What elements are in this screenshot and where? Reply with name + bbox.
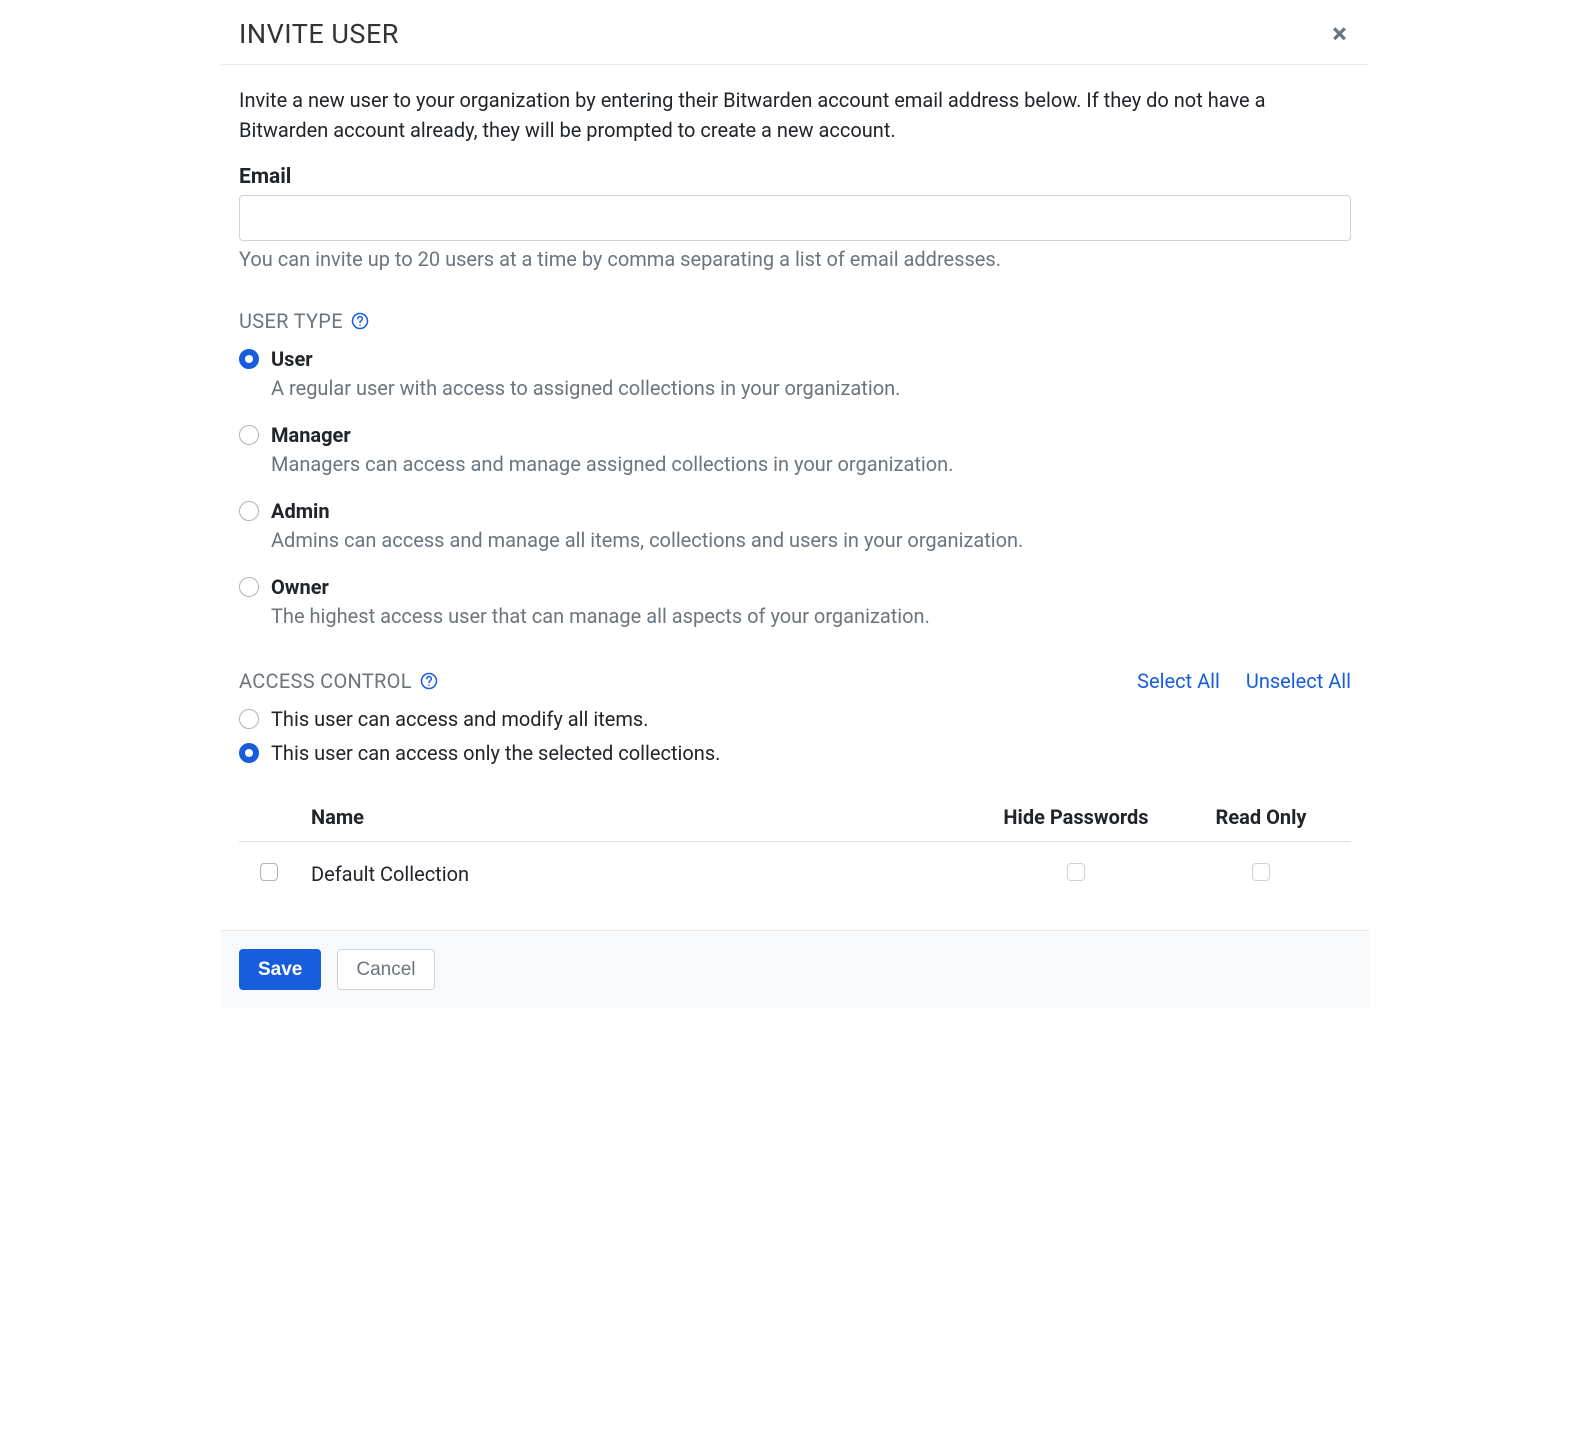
select-all-link[interactable]: Select All	[1137, 669, 1220, 693]
user-type-option-owner[interactable]: Owner The highest access user that can m…	[239, 573, 1351, 631]
row-name: Default Collection	[299, 842, 981, 907]
user-type-manager-title: Manager	[271, 421, 953, 449]
intro-text: Invite a new user to your organization b…	[239, 85, 1351, 145]
access-all-label: This user can access and modify all item…	[271, 705, 649, 733]
radio-access-all[interactable]	[239, 709, 259, 729]
col-name: Name	[299, 795, 981, 842]
table-header-row: Name Hide Passwords Read Only	[239, 795, 1351, 842]
read-only-checkbox[interactable]	[1252, 863, 1270, 881]
access-option-all[interactable]: This user can access and modify all item…	[239, 705, 1351, 733]
col-hide-passwords: Hide Passwords	[981, 795, 1171, 842]
row-select-cell	[239, 842, 299, 907]
email-helper: You can invite up to 20 users at a time …	[239, 247, 1351, 271]
col-select	[239, 795, 299, 842]
email-input[interactable]	[239, 195, 1351, 241]
col-read-only: Read Only	[1171, 795, 1351, 842]
modal-body: Invite a new user to your organization b…	[221, 65, 1369, 930]
access-control-options: This user can access and modify all item…	[239, 705, 1351, 767]
access-control-heading: ACCESS CONTROL	[239, 669, 438, 693]
access-control-header-row: ACCESS CONTROL Select All Unselect All	[239, 669, 1351, 693]
cancel-button[interactable]: Cancel	[337, 949, 434, 990]
user-type-option-manager[interactable]: Manager Managers can access and manage a…	[239, 421, 1351, 479]
invite-user-modal: INVITE USER × Invite a new user to your …	[221, 0, 1369, 1008]
user-type-manager-desc: Managers can access and manage assigned …	[271, 449, 953, 479]
user-type-admin-desc: Admins can access and manage all items, …	[271, 525, 1023, 555]
access-control-heading-text: ACCESS CONTROL	[239, 669, 412, 693]
user-type-option-admin[interactable]: Admin Admins can access and manage all i…	[239, 497, 1351, 555]
user-type-user-title: User	[271, 345, 900, 373]
user-type-option-user[interactable]: User A regular user with access to assig…	[239, 345, 1351, 403]
modal-title: INVITE USER	[239, 18, 399, 50]
close-icon[interactable]: ×	[1328, 20, 1351, 48]
radio-access-selected[interactable]	[239, 743, 259, 763]
user-type-owner-desc: The highest access user that can manage …	[271, 601, 930, 631]
user-type-admin-title: Admin	[271, 497, 1023, 525]
radio-user[interactable]	[239, 349, 259, 369]
help-icon[interactable]	[420, 672, 438, 690]
row-read-only-cell	[1171, 842, 1351, 907]
access-selected-label: This user can access only the selected c…	[271, 739, 720, 767]
collections-table: Name Hide Passwords Read Only Default Co…	[239, 795, 1351, 906]
table-row: Default Collection	[239, 842, 1351, 907]
email-label: Email	[239, 165, 1351, 189]
modal-header: INVITE USER ×	[221, 0, 1369, 65]
radio-admin[interactable]	[239, 501, 259, 521]
access-option-selected[interactable]: This user can access only the selected c…	[239, 739, 1351, 767]
radio-owner[interactable]	[239, 577, 259, 597]
user-type-options: User A regular user with access to assig…	[239, 345, 1351, 631]
user-type-heading: USER TYPE	[239, 309, 1351, 333]
unselect-all-link[interactable]: Unselect All	[1246, 669, 1351, 693]
radio-manager[interactable]	[239, 425, 259, 445]
row-select-checkbox[interactable]	[260, 863, 278, 881]
hide-passwords-checkbox[interactable]	[1067, 863, 1085, 881]
user-type-user-desc: A regular user with access to assigned c…	[271, 373, 900, 403]
row-hide-passwords-cell	[981, 842, 1171, 907]
access-control-links: Select All Unselect All	[1137, 669, 1351, 693]
user-type-owner-title: Owner	[271, 573, 930, 601]
save-button[interactable]: Save	[239, 949, 321, 990]
help-icon[interactable]	[351, 312, 369, 330]
user-type-heading-text: USER TYPE	[239, 309, 343, 333]
modal-footer: Save Cancel	[221, 930, 1369, 1008]
